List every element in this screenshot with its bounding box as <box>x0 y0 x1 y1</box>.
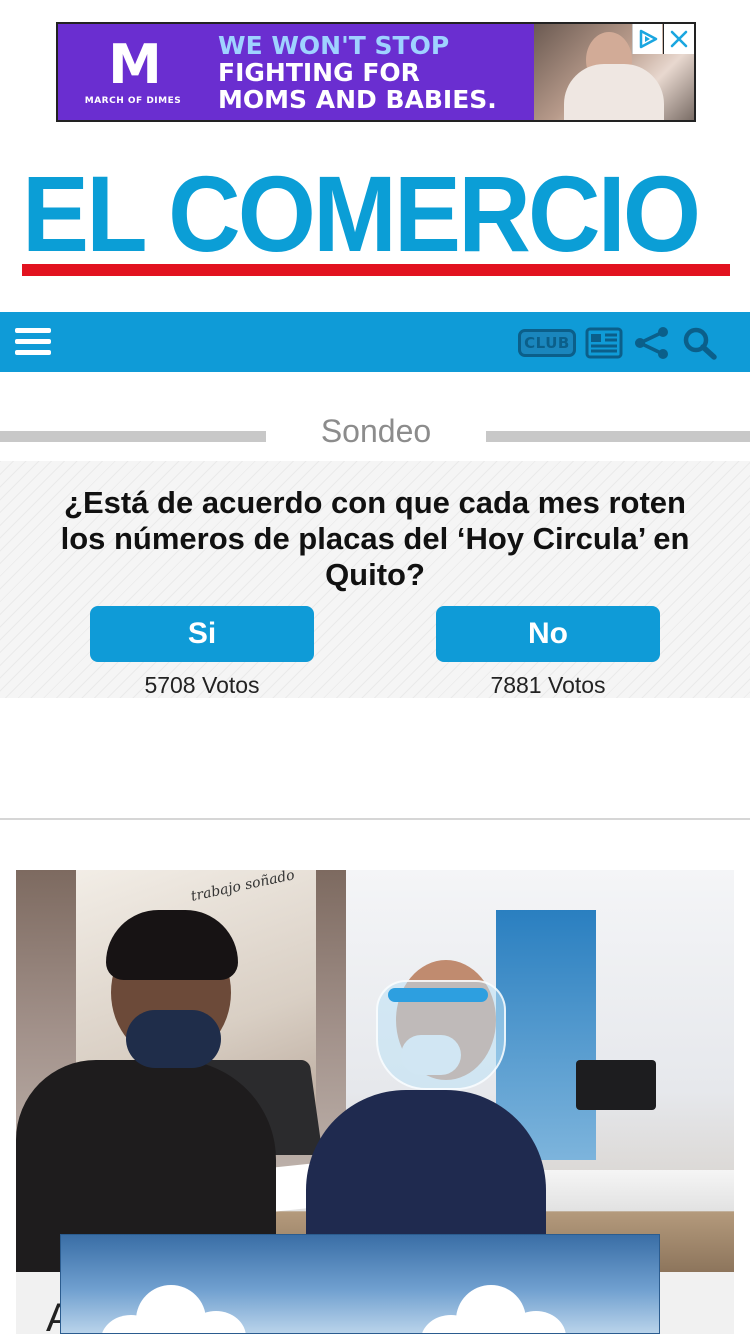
poll-box: ¿Está de acuerdo con que cada mes roten … <box>0 461 750 698</box>
main-navbar: CLUB <box>0 312 750 372</box>
club-icon[interactable]: CLUB <box>518 329 576 357</box>
ad-headline: WE WON'T STOP FIGHTING FOR MOMS AND BABI… <box>218 32 538 113</box>
article-photo[interactable]: trabajo soñado <box>16 870 734 1272</box>
poll-section-label: Sondeo <box>320 413 432 449</box>
site-logo-text: EL COMERCIO <box>22 153 701 274</box>
share-icon[interactable] <box>632 326 672 360</box>
poll-section-header: Sondeo <box>0 405 750 461</box>
ad-headline-line: FIGHTING FOR <box>218 58 420 87</box>
newspaper-icon[interactable] <box>584 326 624 360</box>
content-divider <box>0 818 750 820</box>
section-divider <box>486 431 750 442</box>
bottom-ad-banner[interactable] <box>60 1234 660 1334</box>
ad-headline-line: MOMS AND BABIES. <box>218 85 497 114</box>
close-icon[interactable] <box>663 24 694 54</box>
poll-votes-no: 7881 Votos <box>490 672 606 698</box>
poll-option-si-button[interactable]: Si <box>90 606 314 662</box>
ad-headline-line: WE WON'T STOP <box>218 31 450 60</box>
top-ad-banner[interactable]: M MARCH OF DIMES WE WON'T STOP FIGHTING … <box>56 22 696 122</box>
poll-question: ¿Está de acuerdo con que cada mes roten … <box>60 485 690 592</box>
logo-underline <box>22 264 730 276</box>
hamburger-menu-icon[interactable] <box>15 326 51 358</box>
ad-logo-text: MARCH OF DIMES <box>84 96 182 106</box>
ad-logo-mark: M <box>108 33 162 96</box>
navbar-actions: CLUB <box>518 326 720 360</box>
adchoices-icon[interactable] <box>632 24 662 54</box>
poll-votes-si: 5708 Votos <box>144 672 260 698</box>
site-logo[interactable]: EL COMERCIO <box>22 160 732 278</box>
poll-option-no-button[interactable]: No <box>436 606 660 662</box>
ad-brand-logo: M MARCH OF DIMES <box>58 24 208 120</box>
cloud-graphic <box>101 1285 251 1333</box>
cloud-graphic <box>421 1285 571 1333</box>
section-divider <box>0 431 266 442</box>
search-icon[interactable] <box>680 326 720 360</box>
